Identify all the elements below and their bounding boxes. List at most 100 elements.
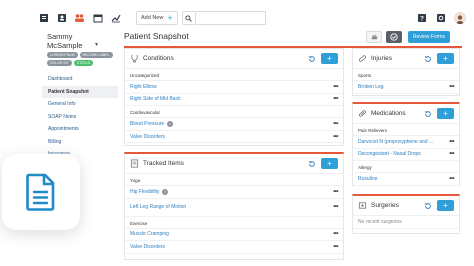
- page-title: Patient Snapshot: [124, 31, 189, 41]
- surgeries-empty: No recent surgeries: [358, 218, 402, 225]
- patient-tag: RECORD LABEL: [79, 52, 113, 58]
- medications-title: Medications: [371, 110, 406, 117]
- group-icon[interactable]: [74, 13, 85, 24]
- calendar-icon[interactable]: [92, 13, 103, 24]
- add-surgery-button[interactable]: +: [437, 200, 454, 211]
- add-medication-button[interactable]: +: [437, 108, 454, 119]
- empty-state-text: No recent surgeries: [353, 216, 459, 229]
- medications-card: Medications + Pain Relievers Darvocet N …: [352, 102, 460, 186]
- settings-icon[interactable]: [435, 13, 446, 24]
- group-label: Cardiovascular: [125, 106, 343, 119]
- list-item[interactable]: Blood Pressure ✓ •••: [125, 118, 343, 131]
- medication-link[interactable]: Rosuline: [358, 176, 377, 182]
- search-input[interactable]: [195, 11, 266, 25]
- add-condition-button[interactable]: +: [321, 53, 338, 64]
- more-options-icon[interactable]: •••: [333, 189, 338, 195]
- user-avatar[interactable]: [454, 12, 466, 24]
- injury-link[interactable]: Broken Leg: [358, 84, 384, 90]
- add-new-label: Add New: [141, 15, 164, 21]
- sidebar-item-dashboard[interactable]: Dashboard: [42, 73, 118, 86]
- tracked-item-link[interactable]: Valve Disorders: [130, 244, 165, 250]
- sidebar-item-appointments[interactable]: Appointments: [42, 123, 118, 136]
- add-tracked-item-button[interactable]: +: [321, 158, 338, 169]
- history-icon[interactable]: [423, 109, 432, 118]
- condition-link[interactable]: Valve Disorders: [130, 134, 165, 140]
- sidebar-item-general-info[interactable]: General Info: [42, 98, 118, 111]
- tracked-item-link[interactable]: Hip Flexibility: [130, 189, 159, 195]
- home-icon[interactable]: [38, 13, 49, 24]
- injuries-card: Injuries + Sports Broken Leg •••: [352, 48, 460, 96]
- help-icon[interactable]: ?: [416, 13, 427, 24]
- plus-icon: +: [167, 12, 173, 23]
- search-icon: [185, 14, 192, 22]
- patient-sidebar: Sammy McSample ▾ LOREM IPSUM RECORD LABE…: [38, 30, 120, 266]
- verified-check-icon: ✓: [162, 188, 169, 195]
- more-options-icon[interactable]: •••: [333, 84, 338, 90]
- list-item[interactable]: Hip Flexibility ✓ •••: [125, 186, 343, 199]
- list-item[interactable]: Valve Disorders •••: [125, 131, 343, 144]
- contacts-icon[interactable]: [56, 13, 67, 24]
- add-injury-button[interactable]: +: [437, 53, 454, 64]
- tracked-items-title: Tracked Items: [143, 160, 184, 167]
- snapshot-toggle-button[interactable]: [386, 31, 402, 43]
- more-options-icon[interactable]: •••: [449, 176, 454, 182]
- more-options-icon[interactable]: •••: [449, 84, 454, 90]
- sidebar-menu: Dashboard Patient Snapshot General Info …: [42, 73, 118, 161]
- list-item[interactable]: Right Elbow •••: [125, 81, 343, 94]
- condition-link[interactable]: Right Side of Mid Back: [130, 96, 181, 102]
- verified-check-icon: ✓: [167, 120, 174, 127]
- more-options-icon[interactable]: •••: [333, 244, 338, 250]
- history-icon[interactable]: [423, 54, 432, 63]
- group-label: Sports: [353, 69, 459, 81]
- surgery-icon: [358, 201, 367, 210]
- chart-icon[interactable]: [110, 13, 121, 24]
- tracked-item-link[interactable]: Muscle Cramping: [130, 231, 169, 237]
- add-new-button[interactable]: Add New +: [136, 11, 178, 25]
- stethoscope-icon: [130, 54, 139, 63]
- search-button[interactable]: [181, 11, 196, 25]
- more-options-icon[interactable]: •••: [333, 96, 338, 102]
- more-options-icon[interactable]: •••: [333, 231, 338, 237]
- more-options-icon[interactable]: •••: [333, 134, 338, 140]
- more-options-icon[interactable]: •••: [333, 121, 338, 127]
- surgeries-title: Surgeries: [371, 202, 399, 209]
- list-item[interactable]: Rosuline •••: [353, 173, 459, 186]
- list-item[interactable]: Broken Leg •••: [353, 81, 459, 94]
- list-item[interactable]: Right Side of Mid Back •••: [125, 94, 343, 107]
- list-icon: [130, 159, 139, 168]
- document-icon: [26, 173, 55, 211]
- list-item[interactable]: Darvocet N (propoxyphene and ... •••: [353, 136, 459, 149]
- more-options-icon[interactable]: •••: [333, 204, 338, 210]
- group-label: Allergy: [353, 161, 459, 174]
- chevron-down-icon[interactable]: ▾: [95, 41, 98, 48]
- sidebar-item-billing[interactable]: Billing: [42, 136, 118, 149]
- condition-link[interactable]: Right Elbow: [130, 84, 157, 90]
- list-item[interactable]: Valve Disorders •••: [125, 241, 343, 254]
- list-item[interactable]: Muscle Cramping •••: [125, 229, 343, 242]
- tracked-items-card: Tracked Items + Yoga Hip Flexibility ✓ •••…: [124, 152, 344, 260]
- more-options-icon[interactable]: •••: [449, 139, 454, 145]
- document-icon-tile: [2, 154, 80, 230]
- print-button[interactable]: [366, 31, 382, 43]
- sidebar-item-patient-snapshot[interactable]: Patient Snapshot: [42, 85, 118, 98]
- medication-link[interactable]: Decongestant - Nasal Drops: [358, 151, 421, 157]
- sidebar-item-soap-notes[interactable]: SOAP Notes: [42, 111, 118, 124]
- more-options-icon[interactable]: •••: [449, 151, 454, 157]
- history-icon[interactable]: [307, 159, 316, 168]
- history-icon[interactable]: [423, 201, 432, 210]
- patient-status-tag: STATUS: [73, 60, 94, 66]
- list-item[interactable]: Decongestant - Nasal Drops •••: [353, 149, 459, 162]
- review-forms-button[interactable]: Review Forms: [408, 31, 450, 43]
- condition-link[interactable]: Blood Pressure: [130, 121, 164, 127]
- patient-name: Sammy McSample: [47, 32, 83, 50]
- medication-link[interactable]: Darvocet N (propoxyphene and ...: [358, 139, 433, 145]
- top-navigation-bar: Add New + ?: [38, 6, 474, 30]
- bandage-icon: [358, 54, 367, 63]
- group-label: Yoga: [125, 174, 343, 186]
- svg-text:?: ?: [420, 16, 424, 23]
- tracked-item-link[interactable]: Left Leg Range of Motion: [130, 204, 186, 210]
- patient-tags: LOREM IPSUM RECORD LABEL DOLOR SIT STATU…: [47, 52, 122, 66]
- list-item[interactable]: Left Leg Range of Motion •••: [125, 199, 343, 217]
- history-icon[interactable]: [307, 54, 316, 63]
- patient-tag: DOLOR SIT: [47, 60, 72, 66]
